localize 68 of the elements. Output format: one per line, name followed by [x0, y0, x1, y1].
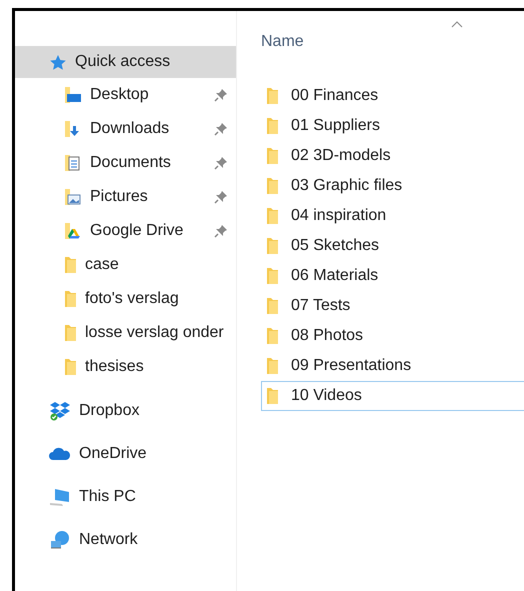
folder-row[interactable]: 03 Graphic files — [261, 171, 524, 201]
folder-icon — [266, 267, 279, 285]
folder-icon — [64, 290, 77, 308]
folder-row[interactable]: 06 Materials — [261, 261, 524, 291]
drive-folder-icon — [64, 222, 82, 240]
folder-name: 03 Graphic files — [291, 177, 402, 195]
navigation-item[interactable]: thesises — [15, 350, 236, 384]
pin-icon[interactable] — [214, 88, 228, 102]
navigation-item[interactable]: foto's verslag — [15, 282, 236, 316]
documents-folder-icon — [64, 154, 82, 172]
pin-icon[interactable] — [214, 122, 228, 136]
folder-icon — [266, 87, 279, 105]
name-column-header[interactable]: Name — [261, 33, 304, 51]
folder-icon — [266, 357, 279, 375]
downloads-folder-icon — [64, 120, 82, 138]
folder-name: 04 inspiration — [291, 207, 386, 225]
folder-row[interactable]: 07 Tests — [261, 291, 524, 321]
navigation-item[interactable]: OneDrive — [15, 438, 236, 470]
folder-row[interactable]: 09 Presentations — [261, 351, 524, 381]
folder-row[interactable]: 10 Videos — [261, 381, 524, 411]
folder-row[interactable]: 05 Sketches — [261, 231, 524, 261]
navigation-item[interactable]: Documents — [15, 146, 236, 180]
folder-icon — [64, 358, 77, 376]
pictures-folder-icon — [64, 188, 82, 206]
star-icon — [49, 54, 67, 70]
folder-name: 08 Photos — [291, 327, 364, 345]
folder-icon — [266, 237, 279, 255]
navigation-item[interactable]: case — [15, 248, 236, 282]
folder-row[interactable]: 08 Photos — [261, 321, 524, 351]
pin-icon[interactable] — [214, 156, 228, 170]
desktop-folder-icon — [64, 86, 82, 104]
navigation-item[interactable]: losse verslag onder — [15, 316, 236, 350]
folder-icon — [266, 177, 279, 195]
folder-row[interactable]: 00 Finances — [261, 81, 524, 111]
sort-caret-icon — [451, 21, 463, 28]
dropbox-icon — [49, 401, 71, 421]
pin-icon[interactable] — [214, 190, 228, 204]
folder-icon — [266, 117, 279, 135]
navigation-item[interactable]: Desktop — [15, 78, 236, 112]
folder-name: 01 Suppliers — [291, 117, 380, 135]
cloud-icon — [49, 447, 71, 461]
folder-icon — [266, 297, 279, 315]
navigation-item[interactable]: Pictures — [15, 180, 236, 214]
folder-name: 00 Finances — [291, 87, 378, 105]
folder-icon — [64, 256, 77, 274]
navigation-item[interactable]: Quick access — [15, 46, 236, 78]
folder-icon — [266, 207, 279, 225]
computer-icon — [49, 487, 71, 507]
navigation-item[interactable]: Network — [15, 524, 236, 556]
folder-name: 05 Sketches — [291, 237, 380, 255]
folder-icon — [266, 147, 279, 165]
navigation-item[interactable]: Dropbox — [15, 395, 236, 427]
network-icon — [49, 530, 71, 550]
folder-name: 07 Tests — [291, 297, 350, 315]
folder-row[interactable]: 01 Suppliers — [261, 111, 524, 141]
pin-icon[interactable] — [214, 224, 228, 238]
navigation-item[interactable]: Google Drive — [15, 214, 236, 248]
folder-icon — [266, 387, 279, 405]
folder-name: 10 Videos — [291, 387, 362, 405]
folder-name: 02 3D-models — [291, 147, 391, 165]
folder-icon — [266, 327, 279, 345]
folder-name: 06 Materials — [291, 267, 378, 285]
folder-row[interactable]: 04 inspiration — [261, 201, 524, 231]
folder-name: 09 Presentations — [291, 357, 412, 375]
navigation-item[interactable]: This PC — [15, 481, 236, 513]
folder-row[interactable]: 02 3D-models — [261, 141, 524, 171]
folder-icon — [64, 324, 77, 342]
navigation-item[interactable]: Downloads — [15, 112, 236, 146]
